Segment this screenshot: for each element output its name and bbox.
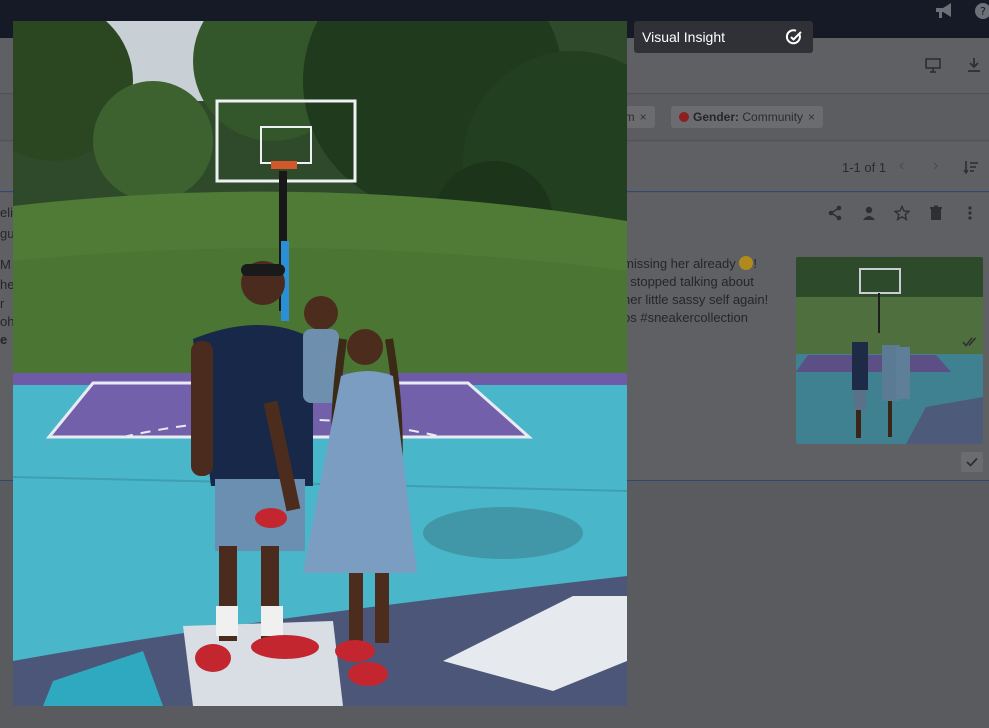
post-line: her little sassy self again! — [623, 292, 769, 307]
download-icon[interactable] — [966, 57, 982, 73]
edit-check-icon[interactable] — [785, 28, 803, 46]
check-icon — [966, 457, 978, 467]
close-icon[interactable]: × — [808, 110, 815, 124]
chevron-right-icon[interactable]: › — [933, 157, 938, 175]
double-check-icon[interactable] — [962, 336, 980, 348]
text-fragment: eli — [0, 205, 14, 220]
text-fragment: M — [0, 257, 11, 272]
post-emoji-suffix: ! — [753, 256, 757, 271]
person-icon[interactable] — [861, 205, 877, 221]
star-icon[interactable] — [894, 205, 910, 221]
chevron-left-icon[interactable]: ‹ — [899, 157, 904, 175]
exclude-icon — [679, 112, 689, 122]
visual-insight-tooltip[interactable]: Visual Insight — [634, 21, 813, 53]
text-fragment: e — [0, 332, 8, 347]
post-line: os #sneakercollection — [623, 310, 749, 325]
thumbnail-image — [796, 257, 983, 444]
close-icon[interactable]: × — [640, 110, 647, 124]
presentation-icon[interactable] — [925, 57, 941, 73]
trash-icon[interactable] — [928, 205, 944, 221]
sort-icon[interactable] — [963, 160, 979, 174]
text-fragment: r — [0, 296, 5, 311]
pager-range: 1-1 of 1 — [842, 160, 887, 175]
filter-chip-key: Gender: — [693, 110, 740, 124]
megaphone-icon[interactable] — [934, 2, 956, 20]
help-icon[interactable]: ? — [972, 2, 989, 20]
post-line: missing her already — [623, 256, 736, 271]
post-thumbnail[interactable] — [796, 257, 983, 444]
share-icon[interactable] — [827, 205, 843, 221]
more-vertical-icon[interactable] — [962, 205, 978, 221]
visual-insight-label: Visual Insight — [642, 29, 726, 45]
enlarged-photo[interactable] — [13, 21, 627, 706]
filter-chip-value: Community — [742, 110, 804, 124]
filter-chip-gender[interactable]: Gender: Community × — [671, 106, 824, 128]
post-body: missing her already ! t stopped talking … — [623, 255, 783, 327]
post-line: t stopped talking about — [623, 274, 754, 289]
sad-emoji-icon — [739, 256, 754, 270]
mark-read-button[interactable] — [961, 452, 983, 472]
photo-image — [13, 21, 627, 706]
svg-text:?: ? — [980, 5, 986, 18]
